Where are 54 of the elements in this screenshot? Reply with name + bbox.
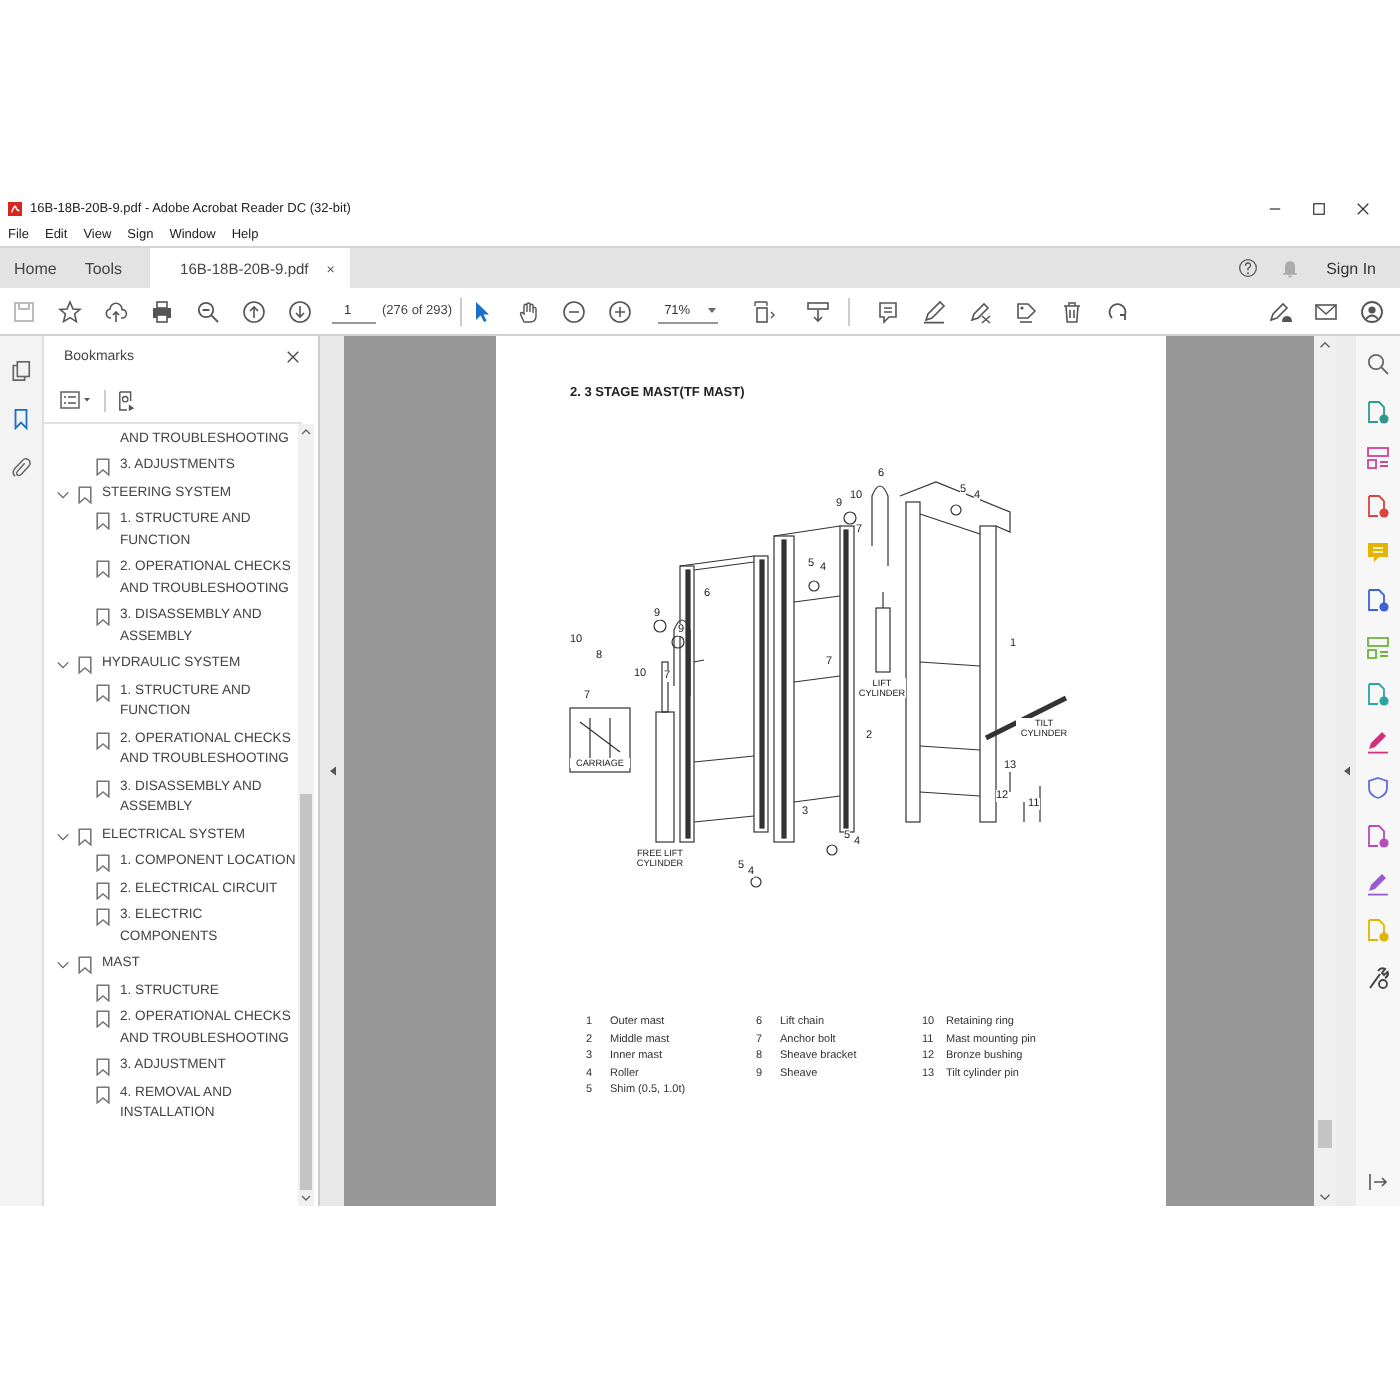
previous-page-icon[interactable] xyxy=(242,299,266,323)
shield-icon[interactable] xyxy=(1366,776,1390,801)
cloud-upload-icon[interactable] xyxy=(104,299,128,323)
bookmark-search-icon[interactable] xyxy=(118,389,136,411)
bookmark-icon[interactable] xyxy=(10,408,32,430)
print-icon[interactable] xyxy=(150,299,174,323)
rotate-icon[interactable] xyxy=(1106,299,1131,323)
chevron-icon[interactable] xyxy=(56,829,70,843)
star-icon[interactable] xyxy=(58,299,82,323)
paperclip-icon[interactable] xyxy=(10,456,32,478)
wrench-icon[interactable] xyxy=(1366,965,1390,990)
pen-icon[interactable] xyxy=(1366,871,1390,896)
collapse-arrow-icon[interactable] xyxy=(329,766,335,776)
bookmark-icon xyxy=(96,560,110,578)
pages-icon[interactable] xyxy=(10,360,32,382)
pen-icon[interactable] xyxy=(1366,729,1390,754)
trash-icon[interactable] xyxy=(1060,299,1085,323)
close-icon[interactable] xyxy=(1356,201,1370,215)
next-page-icon[interactable] xyxy=(288,299,312,323)
hand-icon[interactable] xyxy=(516,299,541,323)
scroll-thumb[interactable] xyxy=(300,794,312,1190)
bookmark-icon xyxy=(96,779,110,797)
caret-icon xyxy=(708,307,717,313)
help-icon[interactable] xyxy=(1238,258,1259,278)
mail-icon[interactable] xyxy=(1314,299,1338,323)
chevron-icon[interactable] xyxy=(56,487,70,501)
magnifier-icon[interactable] xyxy=(1366,352,1390,376)
account-icon[interactable] xyxy=(1360,299,1384,323)
zoom-out-icon[interactable] xyxy=(196,299,220,323)
pen-icon[interactable] xyxy=(922,299,947,323)
bookmark-icon xyxy=(96,608,110,626)
tab[interactable]: Home xyxy=(0,248,71,288)
fit-page-icon[interactable] xyxy=(752,299,777,323)
signature-icon[interactable] xyxy=(968,299,993,323)
options-icon[interactable] xyxy=(60,390,92,410)
collapse-arrow-icon[interactable] xyxy=(1343,766,1349,776)
close-icon[interactable] xyxy=(286,350,300,364)
scroll-thumb[interactable] xyxy=(1318,1120,1332,1148)
scroll-mode-icon[interactable] xyxy=(806,299,831,323)
maximize-icon[interactable] xyxy=(1312,201,1326,215)
sign-in-button[interactable]: Sign In xyxy=(1322,248,1400,288)
zoom-out-circle-icon[interactable] xyxy=(562,299,587,323)
chevron-icon[interactable] xyxy=(56,958,70,972)
zoom-in-icon[interactable] xyxy=(608,299,633,323)
pdf-icon xyxy=(8,201,22,215)
tab[interactable]: Tools xyxy=(70,248,137,288)
comment-icon[interactable] xyxy=(876,299,901,323)
scroll-up-icon[interactable] xyxy=(298,424,314,440)
scroll-down-icon[interactable] xyxy=(298,1190,314,1206)
chevron-icon[interactable] xyxy=(56,658,70,672)
expand-panel-icon[interactable] xyxy=(1366,1170,1390,1194)
layout-icon[interactable] xyxy=(1366,446,1390,471)
bookmark-icon xyxy=(96,731,110,749)
document-icon[interactable] xyxy=(1366,823,1390,848)
